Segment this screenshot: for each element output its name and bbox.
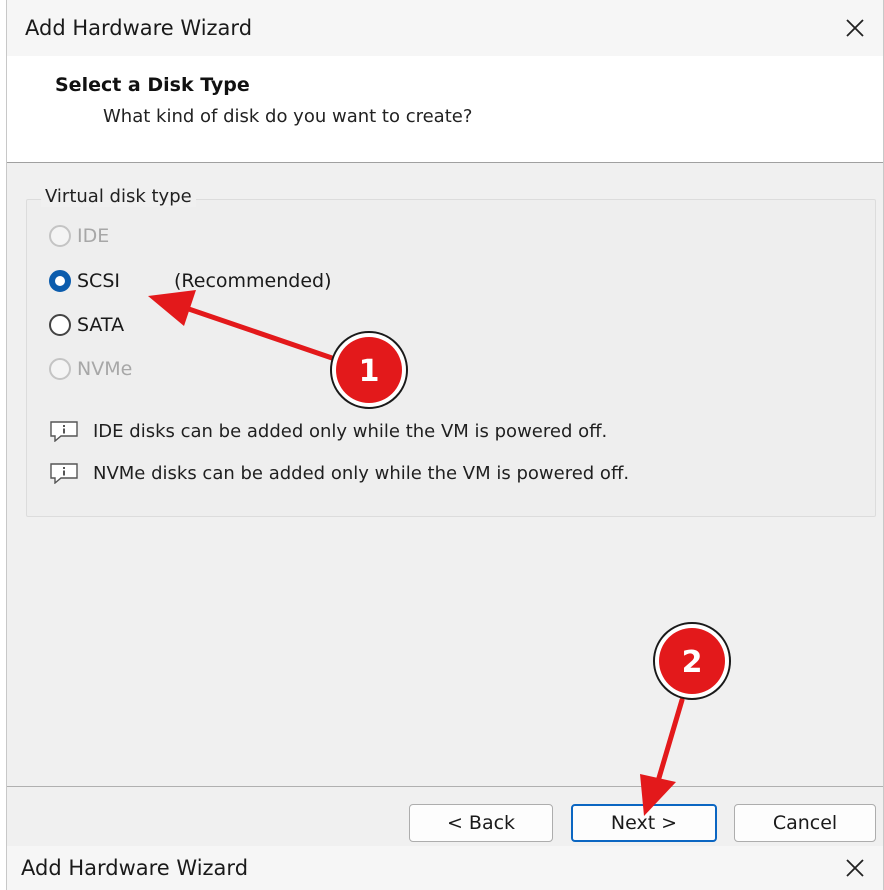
recommended-label: (Recommended) <box>174 270 332 292</box>
nvme-label: NVMe <box>77 358 133 380</box>
ide-label: IDE <box>77 225 110 247</box>
group-legend: Virtual disk type <box>41 186 196 207</box>
nvme-radio[interactable] <box>49 358 71 380</box>
add-hardware-wizard-dialog: Add Hardware Wizard Select a Disk Type W… <box>6 0 884 890</box>
second-window-title: Add Hardware Wizard <box>21 856 249 880</box>
nvme-note-text: NVMe disks can be added only while the V… <box>93 462 630 484</box>
back-button[interactable]: < Back <box>409 804 553 842</box>
footer-separator <box>7 786 883 787</box>
next-button[interactable]: Next > <box>571 804 717 842</box>
wizard-header: Select a Disk Type What kind of disk do … <box>7 56 883 163</box>
scsi-option[interactable]: SCSI (Recommended) <box>49 270 332 292</box>
nvme-note: NVMe disks can be added only while the V… <box>49 462 629 484</box>
info-message-icon <box>50 421 78 442</box>
second-window-title-bar: Add Hardware Wizard <box>7 846 883 890</box>
page-subtitle: What kind of disk do you want to create? <box>103 106 473 127</box>
scsi-radio[interactable] <box>49 270 71 292</box>
virtual-disk-type-group: Virtual disk type IDE SCSI (Recommended)… <box>26 186 876 517</box>
close-button[interactable] <box>835 8 875 48</box>
scsi-label: SCSI <box>77 270 120 292</box>
sata-option[interactable]: SATA <box>49 314 124 336</box>
ide-note-text: IDE disks can be added only while the VM… <box>93 420 608 442</box>
ide-option[interactable]: IDE <box>49 225 109 247</box>
window-title: Add Hardware Wizard <box>25 16 253 40</box>
sata-label: SATA <box>77 314 125 336</box>
sata-radio[interactable] <box>49 314 71 336</box>
ide-note: IDE disks can be added only while the VM… <box>49 420 607 442</box>
close-icon <box>846 19 864 37</box>
cancel-button[interactable]: Cancel <box>734 804 876 842</box>
second-close-button[interactable] <box>835 848 875 888</box>
nvme-option[interactable]: NVMe <box>49 358 132 380</box>
title-bar: Add Hardware Wizard <box>7 0 883 56</box>
page-title: Select a Disk Type <box>55 74 250 96</box>
close-icon <box>846 859 864 877</box>
ide-radio[interactable] <box>49 225 71 247</box>
info-message-icon <box>50 463 78 484</box>
